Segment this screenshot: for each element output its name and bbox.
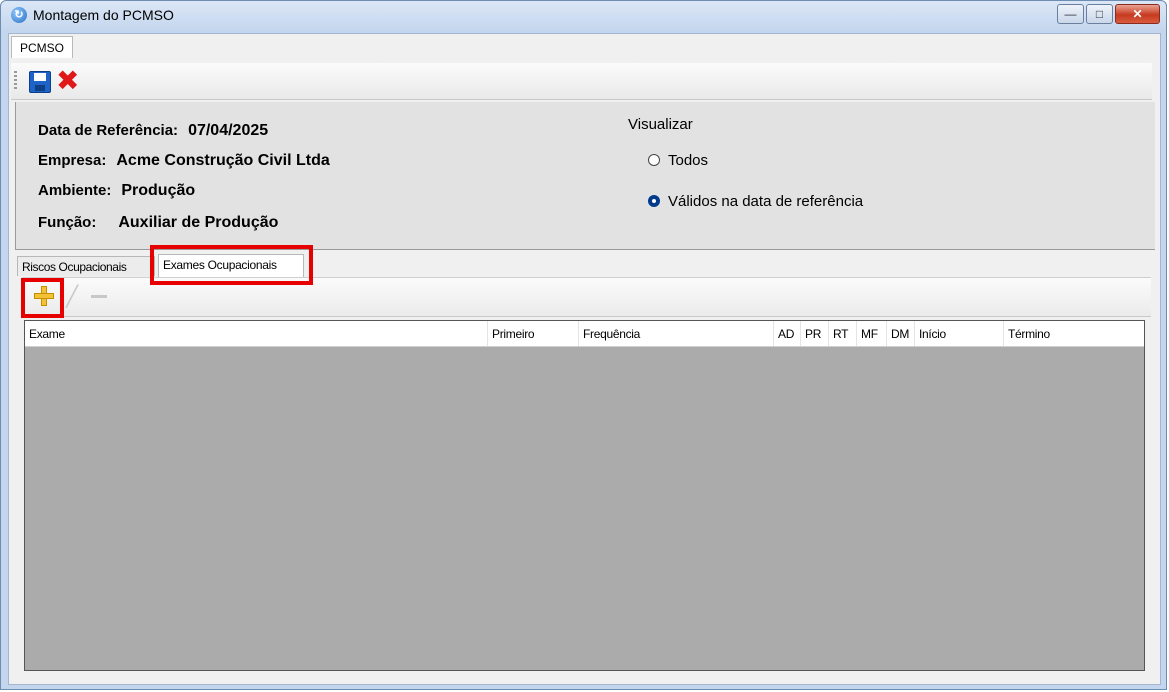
funcao-value: Auxiliar de Produção	[118, 214, 279, 231]
empresa-row: Empresa: Acme Construção Civil Ltda	[38, 152, 330, 170]
radio-validos[interactable]: Válidos na data de referência	[648, 193, 863, 210]
minimize-button[interactable]: —	[1057, 4, 1084, 24]
col-header-dm[interactable]: DM	[886, 321, 914, 346]
empresa-label: Empresa:	[38, 152, 107, 169]
ambiente-label: Ambiente:	[38, 182, 112, 199]
grid-header: Exame Primeiro Frequência AD PR RT MF DM…	[25, 321, 1144, 347]
maximize-button[interactable]: □	[1086, 4, 1113, 24]
data-referencia-value: 07/04/2025	[188, 122, 269, 139]
main-toolbar: ✖	[11, 63, 1152, 100]
info-panel: Data de Referência: 07/04/2025 Empresa: Ac…	[15, 102, 1155, 250]
ambiente-row: Ambiente: Produção	[38, 182, 195, 200]
title-bar[interactable]: ↻ Montagem do PCMSO — □ ✕	[1, 1, 1166, 35]
radio-validos-circle[interactable]	[648, 195, 660, 207]
col-header-rt[interactable]: RT	[828, 321, 856, 346]
pencil-icon[interactable]: ╱	[66, 284, 78, 309]
radio-todos-circle[interactable]	[648, 154, 660, 166]
visualizar-label: Visualizar	[628, 116, 693, 133]
ambiente-value: Produção	[121, 182, 196, 199]
highlight-box-add	[21, 278, 64, 318]
col-header-ad[interactable]: AD	[773, 321, 800, 346]
data-referencia-row: Data de Referência: 07/04/2025	[38, 122, 268, 140]
save-icon[interactable]	[29, 71, 51, 93]
empresa-value: Acme Construção Civil Ltda	[116, 152, 330, 169]
radio-validos-label: Válidos na data de referência	[668, 193, 864, 210]
toolbar-grip[interactable]	[14, 71, 17, 91]
col-header-termino[interactable]: Término	[1003, 321, 1144, 346]
data-referencia-label: Data de Referência:	[38, 122, 179, 139]
window: ↻ Montagem do PCMSO — □ ✕ PCMSO ✖ Data d…	[0, 0, 1167, 690]
radio-todos[interactable]: Todos	[648, 152, 708, 169]
tab-pcmso[interactable]: PCMSO	[11, 36, 74, 58]
col-header-pr[interactable]: PR	[800, 321, 828, 346]
col-header-primeiro[interactable]: Primeiro	[487, 321, 578, 346]
exames-grid[interactable]: Exame Primeiro Frequência AD PR RT MF DM…	[24, 320, 1145, 671]
col-header-mf[interactable]: MF	[856, 321, 886, 346]
client-area: PCMSO ✖ Data de Referência: 07/04/2025 Em…	[8, 33, 1161, 685]
close-icon[interactable]: ✖	[56, 66, 79, 96]
col-header-frequencia[interactable]: Frequência	[578, 321, 773, 346]
tab-riscos-ocupacionais[interactable]: Riscos Ocupacionais	[17, 256, 155, 276]
highlight-box-tab	[150, 245, 313, 285]
col-header-exame[interactable]: Exame	[25, 321, 487, 346]
radio-todos-label: Todos	[668, 152, 709, 169]
close-window-button[interactable]: ✕	[1115, 4, 1160, 24]
app-icon: ↻	[11, 7, 27, 23]
window-title: Montagem do PCMSO	[33, 7, 174, 23]
funcao-label: Função:	[38, 214, 97, 231]
col-header-inicio[interactable]: Início	[914, 321, 1003, 346]
funcao-row: Função: Auxiliar de Produção	[38, 214, 278, 232]
minus-icon[interactable]	[91, 295, 107, 298]
